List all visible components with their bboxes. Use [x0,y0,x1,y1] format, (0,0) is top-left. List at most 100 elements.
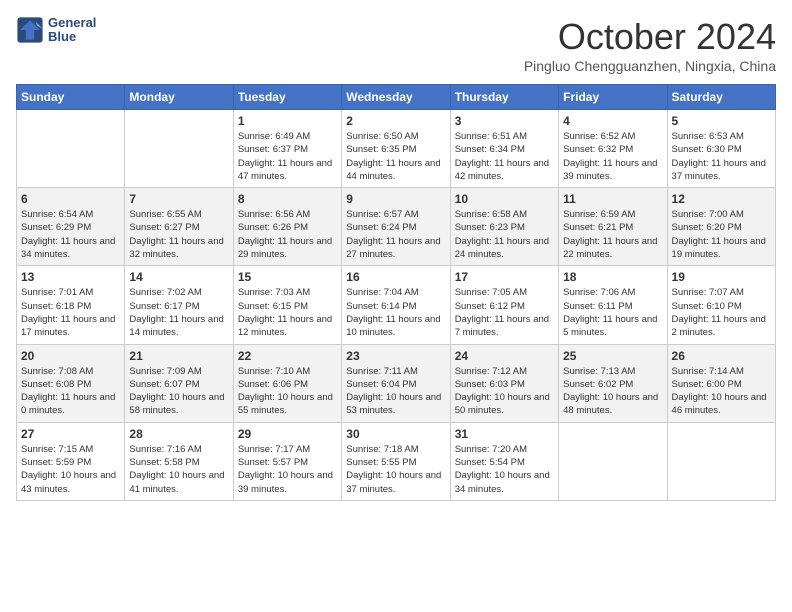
calendar-cell: 28 Sunrise: 7:16 AM Sunset: 5:58 PM Dayli… [125,422,233,500]
title-area: October 2024 Pingluo Chengguanzhen, Ning… [524,16,776,74]
calendar-cell: 9Sunrise: 6:57 AM Sunset: 6:24 PM Daylig… [342,188,450,266]
calendar-cell: 14 Sunrise: 7:02 AM Sunset: 6:17 PM Dayli… [125,266,233,344]
day-info: Sunrise: 7:12 AM Sunset: 6:03 PM Dayligh… [455,365,554,418]
day-info: Sunrise: 7:06 AM Sunset: 6:11 PM Dayligh… [563,286,662,339]
day-info: Sunrise: 6:53 AM Sunset: 6:30 PM Dayligh… [672,130,771,183]
calendar-cell [17,110,125,188]
calendar-cell: 1 Sunrise: 6:49 AM Sunset: 6:37 PM Daylig… [233,110,341,188]
calendar-cell: 15Sunrise: 7:03 AM Sunset: 6:15 PM Dayli… [233,266,341,344]
day-number: 2 [346,114,445,128]
day-header-thursday: Thursday [450,85,558,110]
calendar-cell: 31Sunrise: 7:20 AM Sunset: 5:54 PM Dayli… [450,422,558,500]
calendar-cell: 6Sunrise: 6:54 AM Sunset: 6:29 PM Daylig… [17,188,125,266]
day-number: 31 [455,427,554,441]
logo-line1: General [48,16,96,30]
day-number: 25 [563,349,662,363]
day-info: Sunrise: 6:55 AM Sunset: 6:27 PM Dayligh… [129,208,228,261]
calendar-cell: 10 Sunrise: 6:58 AM Sunset: 6:23 PM Dayli… [450,188,558,266]
calendar-cell: 18 Sunrise: 7:06 AM Sunset: 6:11 PM Dayli… [559,266,667,344]
calendar-cell [667,422,775,500]
day-number: 5 [672,114,771,128]
day-number: 23 [346,349,445,363]
calendar-cell: 4 Sunrise: 6:52 AM Sunset: 6:32 PM Daylig… [559,110,667,188]
calendar-cell: 21 Sunrise: 7:09 AM Sunset: 6:07 PM Dayli… [125,344,233,422]
day-number: 3 [455,114,554,128]
day-info: Sunrise: 6:51 AM Sunset: 6:34 PM Dayligh… [455,130,554,183]
day-info: Sunrise: 6:56 AM Sunset: 6:26 PM Dayligh… [238,208,337,261]
day-number: 26 [672,349,771,363]
day-number: 17 [455,270,554,284]
page-header: General Blue October 2024 Pingluo Chengg… [16,16,776,74]
week-row-2: 6Sunrise: 6:54 AM Sunset: 6:29 PM Daylig… [17,188,776,266]
logo: General Blue [16,16,96,45]
calendar-cell [125,110,233,188]
day-number: 20 [21,349,120,363]
calendar-cell: 30Sunrise: 7:18 AM Sunset: 5:55 PM Dayli… [342,422,450,500]
day-info: Sunrise: 7:08 AM Sunset: 6:08 PM Dayligh… [21,365,120,418]
calendar-cell: 22 Sunrise: 7:10 AM Sunset: 6:06 PM Dayli… [233,344,341,422]
day-number: 29 [238,427,337,441]
day-number: 1 [238,114,337,128]
day-info: Sunrise: 7:07 AM Sunset: 6:10 PM Dayligh… [672,286,771,339]
calendar-header: SundayMondayTuesdayWednesdayThursdayFrid… [17,85,776,110]
calendar-cell: 24Sunrise: 7:12 AM Sunset: 6:03 PM Dayli… [450,344,558,422]
calendar-cell: 25 Sunrise: 7:13 AM Sunset: 6:02 PM Dayli… [559,344,667,422]
day-info: Sunrise: 7:03 AM Sunset: 6:15 PM Dayligh… [238,286,337,339]
day-info: Sunrise: 7:13 AM Sunset: 6:02 PM Dayligh… [563,365,662,418]
day-number: 27 [21,427,120,441]
day-number: 10 [455,192,554,206]
day-info: Sunrise: 7:10 AM Sunset: 6:06 PM Dayligh… [238,365,337,418]
day-info: Sunrise: 7:05 AM Sunset: 6:12 PM Dayligh… [455,286,554,339]
day-header-sunday: Sunday [17,85,125,110]
day-number: 14 [129,270,228,284]
day-number: 28 [129,427,228,441]
day-number: 19 [672,270,771,284]
day-info: Sunrise: 7:15 AM Sunset: 5:59 PM Dayligh… [21,443,120,496]
calendar-cell: 11Sunrise: 6:59 AM Sunset: 6:21 PM Dayli… [559,188,667,266]
calendar-cell: 13Sunrise: 7:01 AM Sunset: 6:18 PM Dayli… [17,266,125,344]
week-row-5: 27 Sunrise: 7:15 AM Sunset: 5:59 PM Dayli… [17,422,776,500]
week-row-4: 20 Sunrise: 7:08 AM Sunset: 6:08 PM Dayli… [17,344,776,422]
day-info: Sunrise: 6:58 AM Sunset: 6:23 PM Dayligh… [455,208,554,261]
header-row: SundayMondayTuesdayWednesdayThursdayFrid… [17,85,776,110]
day-info: Sunrise: 7:01 AM Sunset: 6:18 PM Dayligh… [21,286,120,339]
day-number: 18 [563,270,662,284]
calendar-cell: 19 Sunrise: 7:07 AM Sunset: 6:10 PM Dayli… [667,266,775,344]
day-info: Sunrise: 6:59 AM Sunset: 6:21 PM Dayligh… [563,208,662,261]
week-row-1: 1 Sunrise: 6:49 AM Sunset: 6:37 PM Daylig… [17,110,776,188]
calendar-cell: 3 Sunrise: 6:51 AM Sunset: 6:34 PM Daylig… [450,110,558,188]
day-info: Sunrise: 7:04 AM Sunset: 6:14 PM Dayligh… [346,286,445,339]
day-number: 21 [129,349,228,363]
calendar-cell: 29 Sunrise: 7:17 AM Sunset: 5:57 PM Dayli… [233,422,341,500]
day-number: 22 [238,349,337,363]
calendar-cell: 20 Sunrise: 7:08 AM Sunset: 6:08 PM Dayli… [17,344,125,422]
calendar-cell [559,422,667,500]
calendar-cell: 26 Sunrise: 7:14 AM Sunset: 6:00 PM Dayli… [667,344,775,422]
day-info: Sunrise: 7:18 AM Sunset: 5:55 PM Dayligh… [346,443,445,496]
calendar-cell: 23Sunrise: 7:11 AM Sunset: 6:04 PM Dayli… [342,344,450,422]
calendar-cell: 2 Sunrise: 6:50 AM Sunset: 6:35 PM Daylig… [342,110,450,188]
day-info: Sunrise: 7:09 AM Sunset: 6:07 PM Dayligh… [129,365,228,418]
day-header-monday: Monday [125,85,233,110]
calendar-body: 1 Sunrise: 6:49 AM Sunset: 6:37 PM Daylig… [17,110,776,501]
week-row-3: 13Sunrise: 7:01 AM Sunset: 6:18 PM Dayli… [17,266,776,344]
day-info: Sunrise: 6:52 AM Sunset: 6:32 PM Dayligh… [563,130,662,183]
logo-line2: Blue [48,30,96,44]
calendar-table: SundayMondayTuesdayWednesdayThursdayFrid… [16,84,776,501]
day-info: Sunrise: 7:14 AM Sunset: 6:00 PM Dayligh… [672,365,771,418]
day-info: Sunrise: 7:02 AM Sunset: 6:17 PM Dayligh… [129,286,228,339]
calendar-cell: 16Sunrise: 7:04 AM Sunset: 6:14 PM Dayli… [342,266,450,344]
logo-icon [16,16,44,44]
logo-text: General Blue [48,16,96,45]
day-header-wednesday: Wednesday [342,85,450,110]
day-info: Sunrise: 6:49 AM Sunset: 6:37 PM Dayligh… [238,130,337,183]
calendar-cell: 8Sunrise: 6:56 AM Sunset: 6:26 PM Daylig… [233,188,341,266]
calendar-cell: 17 Sunrise: 7:05 AM Sunset: 6:12 PM Dayli… [450,266,558,344]
month-title: October 2024 [524,16,776,58]
day-info: Sunrise: 7:17 AM Sunset: 5:57 PM Dayligh… [238,443,337,496]
location-subtitle: Pingluo Chengguanzhen, Ningxia, China [524,58,776,74]
day-info: Sunrise: 6:50 AM Sunset: 6:35 PM Dayligh… [346,130,445,183]
day-info: Sunrise: 6:54 AM Sunset: 6:29 PM Dayligh… [21,208,120,261]
day-info: Sunrise: 7:16 AM Sunset: 5:58 PM Dayligh… [129,443,228,496]
day-number: 4 [563,114,662,128]
